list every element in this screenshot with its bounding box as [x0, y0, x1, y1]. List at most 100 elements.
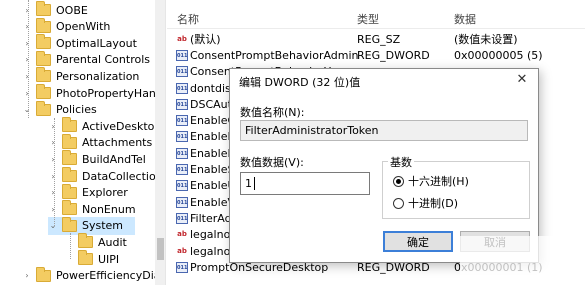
expand-toggle-icon[interactable]: ›	[22, 55, 32, 64]
tree-item-label: Parental Controls	[56, 53, 150, 67]
radio-decimal[interactable]: 十进制(D)	[393, 195, 458, 211]
folder-icon	[36, 100, 51, 116]
tree-guide-line	[28, 0, 29, 118]
tree-item[interactable]: › DataCollection	[48, 167, 163, 185]
tree-item[interactable]: › Attachments	[48, 133, 153, 152]
dword-value-icon: 011	[176, 212, 188, 224]
ok-button[interactable]: 确定	[383, 231, 453, 252]
column-header-name[interactable]: 名称	[177, 11, 199, 27]
column-header-type[interactable]: 类型	[357, 11, 379, 27]
tree-item[interactable]: › Explorer	[48, 183, 128, 202]
expand-toggle-icon[interactable]: ›	[22, 6, 32, 15]
tree-item[interactable]: ⌄ System	[48, 216, 136, 235]
tree-item[interactable]: › PhotoPropertyHanc	[22, 84, 162, 102]
string-value-icon: ab	[177, 34, 187, 43]
expand-toggle-icon[interactable]: ›	[22, 89, 32, 98]
expand-toggle-icon[interactable]: ›	[22, 72, 32, 81]
value-data-text: 1	[245, 177, 252, 190]
tree-item[interactable]: › Personalization	[22, 67, 139, 85]
tree-guide-line	[54, 118, 55, 226]
folder-icon	[36, 67, 51, 83]
dword-value-icon: 011	[176, 131, 188, 143]
expand-toggle-icon[interactable]: ⌄	[22, 105, 32, 114]
value-name-label: 数值名称(N):	[240, 106, 305, 119]
base-group-title: 基数	[388, 154, 414, 170]
expand-toggle-icon[interactable]: ›	[48, 205, 58, 214]
tree-item-label: Policies	[56, 103, 97, 117]
string-value-icon: ab	[177, 246, 187, 255]
expand-toggle-icon[interactable]: ›	[48, 155, 58, 164]
tree-item-label: BuildAndTel	[82, 152, 146, 166]
value-data-input[interactable]: 1	[240, 172, 370, 195]
tree-item-label: Audit	[98, 235, 127, 249]
dword-value-icon: 011	[176, 49, 188, 61]
column-header-data[interactable]: 数据	[454, 11, 476, 27]
tree-item-label: OptimalLayout	[56, 36, 137, 50]
tree-item[interactable]: › OptimalLayout	[22, 34, 137, 52]
expand-toggle-icon[interactable]: ›	[22, 39, 32, 48]
radio-hex-label: 十六进制(H)	[408, 175, 469, 188]
expand-toggle-icon[interactable]: ›	[48, 188, 58, 197]
tree-item-label: Personalization	[56, 69, 140, 83]
folder-icon	[36, 1, 51, 16]
tree-scrollbar[interactable]	[155, 0, 165, 285]
tree-item-label: UIPI	[98, 252, 120, 266]
folder-icon	[36, 34, 51, 50]
dword-value-icon: 011	[176, 147, 188, 159]
tree-item[interactable]: › BuildAndTel	[48, 150, 146, 168]
expand-toggle-icon[interactable]: ⌄	[48, 221, 58, 230]
tree-item-label: PowerEfficiencyDiac	[56, 269, 166, 283]
value-data-cell: 0x00000005 (5)	[454, 48, 543, 62]
tree-item[interactable]: Audit	[64, 233, 127, 251]
tree-item-label: ActiveDesktop	[82, 119, 162, 133]
tree-item-label: DataCollection	[82, 169, 163, 183]
close-icon[interactable]: ✕	[514, 72, 530, 87]
radio-button-hex[interactable]	[393, 175, 404, 187]
tree-scrollbar-thumb[interactable]	[157, 238, 164, 260]
dword-value-icon: 011	[176, 164, 188, 176]
registry-value-row[interactable]: ab (默认) REG_SZ (数值未设置)	[167, 31, 585, 47]
value-name-cell: ConsentPromptBehaviorAdmin	[190, 48, 359, 62]
tree-item[interactable]: › PowerEfficiencyDiac	[22, 266, 166, 285]
value-type-cell: REG_SZ	[357, 32, 401, 46]
watermark-overlay	[460, 236, 585, 285]
folder-icon	[62, 200, 77, 216]
folder-icon	[62, 117, 77, 133]
radio-hexadecimal[interactable]: 十六进制(H)	[393, 173, 469, 189]
tree-item[interactable]: › OOBE	[22, 1, 88, 19]
value-name-text: FilterAdministratorToken	[245, 124, 379, 137]
tree-item[interactable]: › ActiveDesktop	[48, 117, 161, 135]
registry-value-row[interactable]: 011 ConsentPromptBehaviorAdmin REG_DWORD 0x…	[167, 47, 585, 63]
base-groupbox: 基数 十六进制(H) 十进制(D)	[382, 154, 530, 219]
tree-item-label: Attachments	[82, 136, 153, 150]
folder-icon	[36, 50, 51, 66]
value-name-cell: (默认)	[190, 33, 221, 47]
dword-value-icon: 011	[176, 180, 188, 192]
radio-button-dec[interactable]	[393, 197, 404, 209]
expand-toggle-icon[interactable]: ›	[48, 122, 58, 131]
folder-icon	[36, 266, 51, 282]
tree-item-label: NonEnum	[82, 202, 136, 216]
folder-icon	[36, 84, 51, 99]
tree-item[interactable]: › NonEnum	[48, 200, 136, 218]
expand-toggle-icon[interactable]: ›	[22, 22, 32, 31]
folder-icon	[62, 216, 77, 232]
folder-icon	[36, 17, 51, 33]
expand-toggle-icon[interactable]: ›	[48, 172, 58, 181]
folder-icon	[62, 183, 77, 199]
tree-item[interactable]: › OpenWith	[22, 17, 110, 36]
dword-value-icon: 011	[176, 196, 188, 208]
tree-guide-line	[70, 233, 71, 259]
tree-item[interactable]: UIPI	[64, 250, 119, 268]
dword-value-icon: 011	[176, 82, 188, 94]
value-type-cell: REG_DWORD	[357, 48, 430, 62]
tree-item[interactable]: › Parental Controls	[22, 50, 150, 69]
text-caret	[254, 177, 255, 190]
folder-icon	[78, 233, 93, 249]
value-data-cell: (数值未设置)	[454, 33, 518, 47]
tree-item[interactable]: ⌄ Policies	[22, 100, 97, 119]
registry-tree-pane[interactable]: › OOBE › OpenWith › OptimalLayout › Parental Co…	[0, 0, 166, 285]
tree-item-label: OOBE	[56, 3, 88, 17]
expand-toggle-icon[interactable]: ›	[48, 138, 58, 147]
expand-toggle-icon[interactable]: ›	[22, 271, 32, 280]
